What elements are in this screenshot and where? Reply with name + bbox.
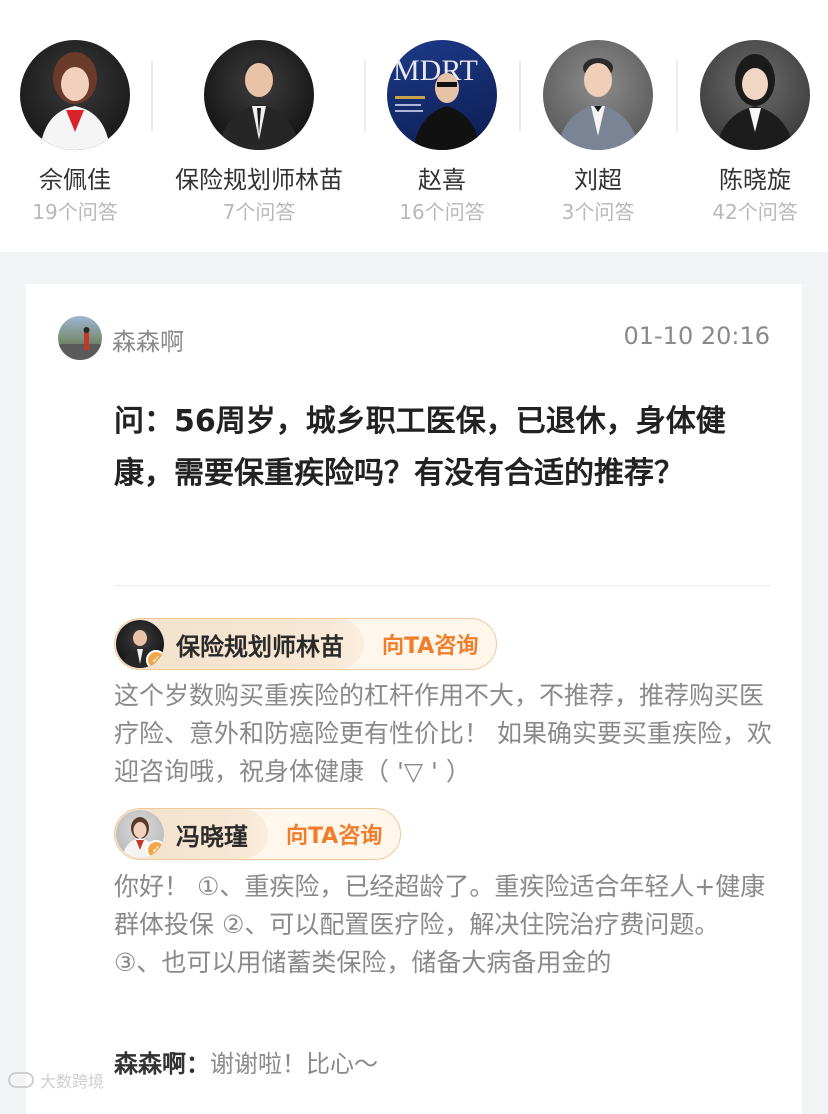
expert-item[interactable]: 陈晓旋 42个问答 xyxy=(670,40,828,226)
expert-answer-count: 16个问答 xyxy=(399,200,485,224)
expert-name: 赵喜 xyxy=(418,166,466,194)
qa-card[interactable]: 森森啊 01-10 20:16 问：56周岁，城乡职工医保，已退休，身体健康，需… xyxy=(26,284,802,1114)
divider xyxy=(151,60,153,132)
avatar[interactable] xyxy=(204,40,314,150)
answer-text[interactable]: 你好！ ①、重疾险，已经超龄了。重疾险适合年轻人+健康群体投保 ②、可以配置医疗… xyxy=(114,868,774,982)
expert-item[interactable]: 刘超 3个问答 xyxy=(513,40,683,226)
expert-name: 刘超 xyxy=(574,166,622,194)
asker-avatar[interactable] xyxy=(58,316,102,360)
expert-item[interactable]: 保险规划师林苗 7个问答 xyxy=(174,40,344,226)
expert-tag[interactable]: ✓ 冯晓瑾 向TA咨询 xyxy=(114,808,402,860)
watermark-text: 大数跨境 xyxy=(40,1072,105,1091)
expert-answer-count: 19个问答 xyxy=(32,200,118,224)
avatar[interactable] xyxy=(543,40,653,150)
expert-item[interactable]: MDRT 赵喜 16个问答 xyxy=(357,40,527,226)
expert-name: 佘佩佳 xyxy=(39,166,111,194)
answer-text[interactable]: 这个岁数购买重疾险的杠杆作用不大，不推荐，推荐购买医疗险、意外和防癌险更有性价比… xyxy=(114,677,774,791)
avatar[interactable]: ✓ xyxy=(116,810,164,858)
consult-button[interactable]: 向TA咨询 xyxy=(268,818,400,850)
expert-answer-count: 3个问答 xyxy=(561,200,635,224)
expert-answer-count: 7个问答 xyxy=(222,200,296,224)
reply-author: 森森啊： xyxy=(114,1050,210,1078)
verified-badge-icon: ✓ xyxy=(146,650,164,668)
watermark: 大数跨境 xyxy=(8,1068,104,1092)
avatar[interactable] xyxy=(700,40,810,150)
post-time: 01-10 20:16 xyxy=(623,322,770,350)
expert-answer-count: 42个问答 xyxy=(712,200,798,224)
expert-tag[interactable]: ✓ 保险规划师林苗 向TA咨询 xyxy=(114,618,498,670)
avatar[interactable]: MDRT xyxy=(387,40,497,150)
expert-name: 陈晓旋 xyxy=(719,166,791,194)
avatar[interactable] xyxy=(20,40,130,150)
expert-tag-profile[interactable]: ✓ 保险规划师林苗 xyxy=(115,619,364,669)
verified-badge-icon: ✓ xyxy=(146,840,164,858)
svg-text:MDRT: MDRT xyxy=(393,54,478,87)
divider xyxy=(114,585,770,586)
asker-reply[interactable]: 森森啊：谢谢啦！比心～ xyxy=(114,1044,378,1079)
consult-button[interactable]: 向TA咨询 xyxy=(364,628,496,660)
expert-strip: 佘佩佳 19个问答 保险规划师林苗 7个问答 MDRT 赵喜 16个问答 刘超 … xyxy=(0,0,828,252)
asker-name[interactable]: 森森啊 xyxy=(112,322,184,357)
expert-tag-name: 保险规划师林苗 xyxy=(176,632,344,661)
expert-tag-profile[interactable]: ✓ 冯晓瑾 xyxy=(115,809,268,859)
reply-text: 谢谢啦！比心～ xyxy=(210,1050,378,1078)
expert-item[interactable]: 佘佩佳 19个问答 xyxy=(0,40,160,226)
avatar[interactable]: ✓ xyxy=(116,620,164,668)
expert-tag-name: 冯晓瑾 xyxy=(176,822,248,851)
watermark-logo-icon xyxy=(8,1072,34,1088)
expert-name: 保险规划师林苗 xyxy=(175,166,343,194)
question-text[interactable]: 问：56周岁，城乡职工医保，已退休，身体健康，需要保重疾险吗？有没有合适的推荐？ xyxy=(114,396,774,500)
